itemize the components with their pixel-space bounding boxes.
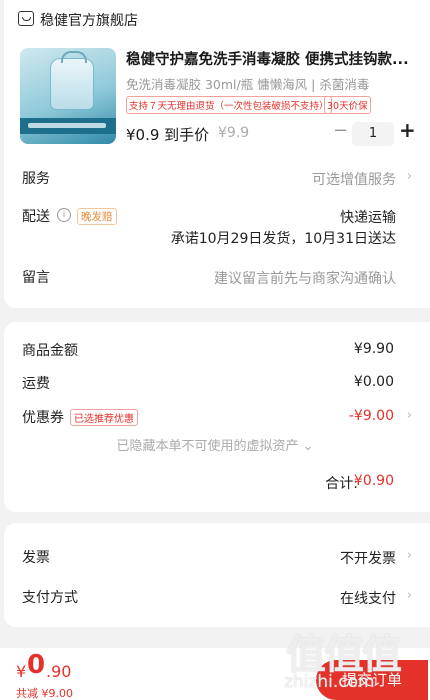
currency-symbol: ¥ [16, 662, 27, 681]
invoice-payment-card [4, 523, 430, 627]
delivery-label: 配送 [22, 209, 50, 225]
return-policy-tag: 支持７天无理由退货（一次性包装破损不支持） [126, 96, 332, 114]
goods-amount-label: 商品金额 [22, 343, 78, 359]
invoice-value[interactable]: 不开发票 [340, 548, 396, 568]
late-compensation-tag: 晚发赔 [77, 208, 117, 225]
order-item-card [4, 0, 430, 308]
coupon-label: 优惠券 [22, 410, 64, 426]
info-icon[interactable]: i [57, 208, 71, 222]
price-protection-tag: 30天价保 [324, 96, 371, 114]
message-label: 留言 [22, 270, 50, 286]
delivery-promise: 承诺10月29日发货，10月31日送达 [170, 231, 396, 247]
service-label: 服务 [22, 171, 50, 187]
chevron-right-icon[interactable]: › [407, 408, 412, 423]
payment-value[interactable]: 在线支付 [340, 588, 396, 608]
store-icon [18, 11, 34, 26]
product-title[interactable]: 稳健守护嘉免洗手消毒凝胶 便携式挂钩款... [126, 48, 416, 69]
quantity-increase-button[interactable]: + [399, 118, 416, 142]
quantity-decrease-button[interactable]: − [333, 120, 348, 141]
message-input[interactable]: 建议留言前先与商家沟通确认 [214, 268, 396, 288]
delivery-method: 快递运输 [340, 210, 396, 226]
chevron-right-icon[interactable]: › [407, 169, 412, 184]
pay-amount-cents: .90 [46, 662, 72, 681]
freight-label: 运费 [22, 376, 50, 392]
payment-label: 支付方式 [22, 590, 78, 606]
product-thumbnail[interactable] [20, 48, 116, 144]
product-spec[interactable]: 免洗消毒凝胶 30ml/瓶 慵懒海风 | 杀菌消毒 [126, 74, 369, 93]
goods-amount: ¥9.90 [353, 341, 394, 357]
invoice-label: 发票 [22, 550, 50, 566]
chevron-right-icon[interactable]: › [407, 588, 412, 603]
watermark-url: zhizhi.com [284, 672, 375, 692]
pay-amount-main: 0 [27, 650, 46, 680]
quantity-input[interactable]: 1 [352, 122, 394, 146]
saved-amount: 共减 ¥9.00 [16, 687, 73, 700]
freight-amount: ¥0.00 [353, 374, 394, 390]
coupon-recommended-tag: 已选推荐优惠 [70, 409, 138, 426]
final-price: ¥0.9 到手价 [126, 126, 210, 144]
hidden-assets-toggle[interactable]: 已隐藏本单不可使用的虚拟资产 ⌄ [0, 435, 430, 454]
original-price: ¥9.9 [218, 125, 250, 141]
service-value[interactable]: 可选增值服务 [312, 169, 396, 189]
coupon-amount[interactable]: -¥9.00 [349, 408, 394, 424]
store-name[interactable]: 稳健官方旗舰店 [40, 10, 138, 30]
chevron-right-icon[interactable]: › [407, 548, 412, 563]
total-amount: ¥0.90 [353, 473, 394, 489]
